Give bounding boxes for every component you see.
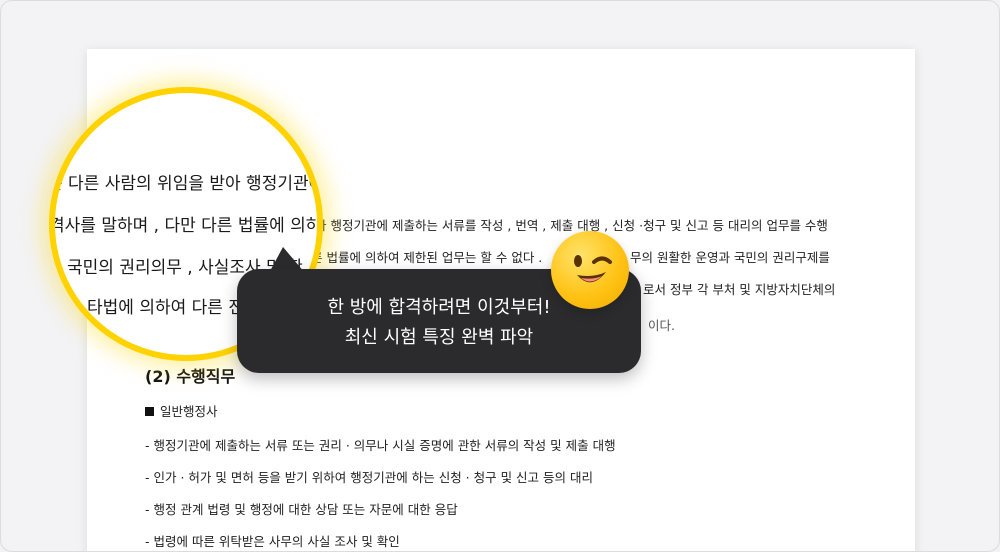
magnified-line-4: 타법에 의하여 다른 전	[87, 298, 244, 318]
subsection-label: 일반행정사	[160, 404, 218, 419]
doc-line-2: 른 법률에 의하여 제한된 업무는 할 수 없다 .	[311, 250, 543, 265]
square-bullet-icon	[145, 407, 154, 416]
subsection-title: 일반행정사	[145, 401, 218, 420]
winking-face-icon	[551, 231, 629, 309]
doc-line-4: 로서 정부 각 부처 및 지방자치단체의	[643, 282, 836, 297]
list-item: - 법령에 따른 위탁받은 사무의 사실 조사 및 확인	[145, 534, 400, 549]
magnified-line-1: 는 다른 사람의 위임을 받아 행정기관에	[49, 174, 323, 194]
doc-line-5: 이다.	[648, 318, 675, 333]
magnified-line-2: 격사를 말하며 , 다만 다른 법률에 의하여	[49, 216, 323, 236]
list-item: - 인가 · 허가 및 면허 등을 받기 위하여 행정기관에 하는 신청 · 청…	[145, 470, 594, 485]
callout-line-2: 최신 시험 특징 완벽 파악	[344, 327, 534, 348]
preview-frame: 아 행정기관에 제출하는 서류를 작성 , 번역 , 제출 대행 , 신청 ·청…	[0, 0, 1000, 552]
section-title: (2) 수행직무	[145, 367, 236, 386]
doc-line-3: 무의 원활한 운영과 국민의 권리구제를	[630, 250, 830, 265]
list-item: - 행정기관에 제출하는 서류 또는 권리 · 의무나 시실 증명에 관한 서류…	[145, 438, 616, 453]
list-item: - 행정 관계 법령 및 행정에 대한 상담 또는 자문에 대한 응답	[145, 502, 458, 517]
